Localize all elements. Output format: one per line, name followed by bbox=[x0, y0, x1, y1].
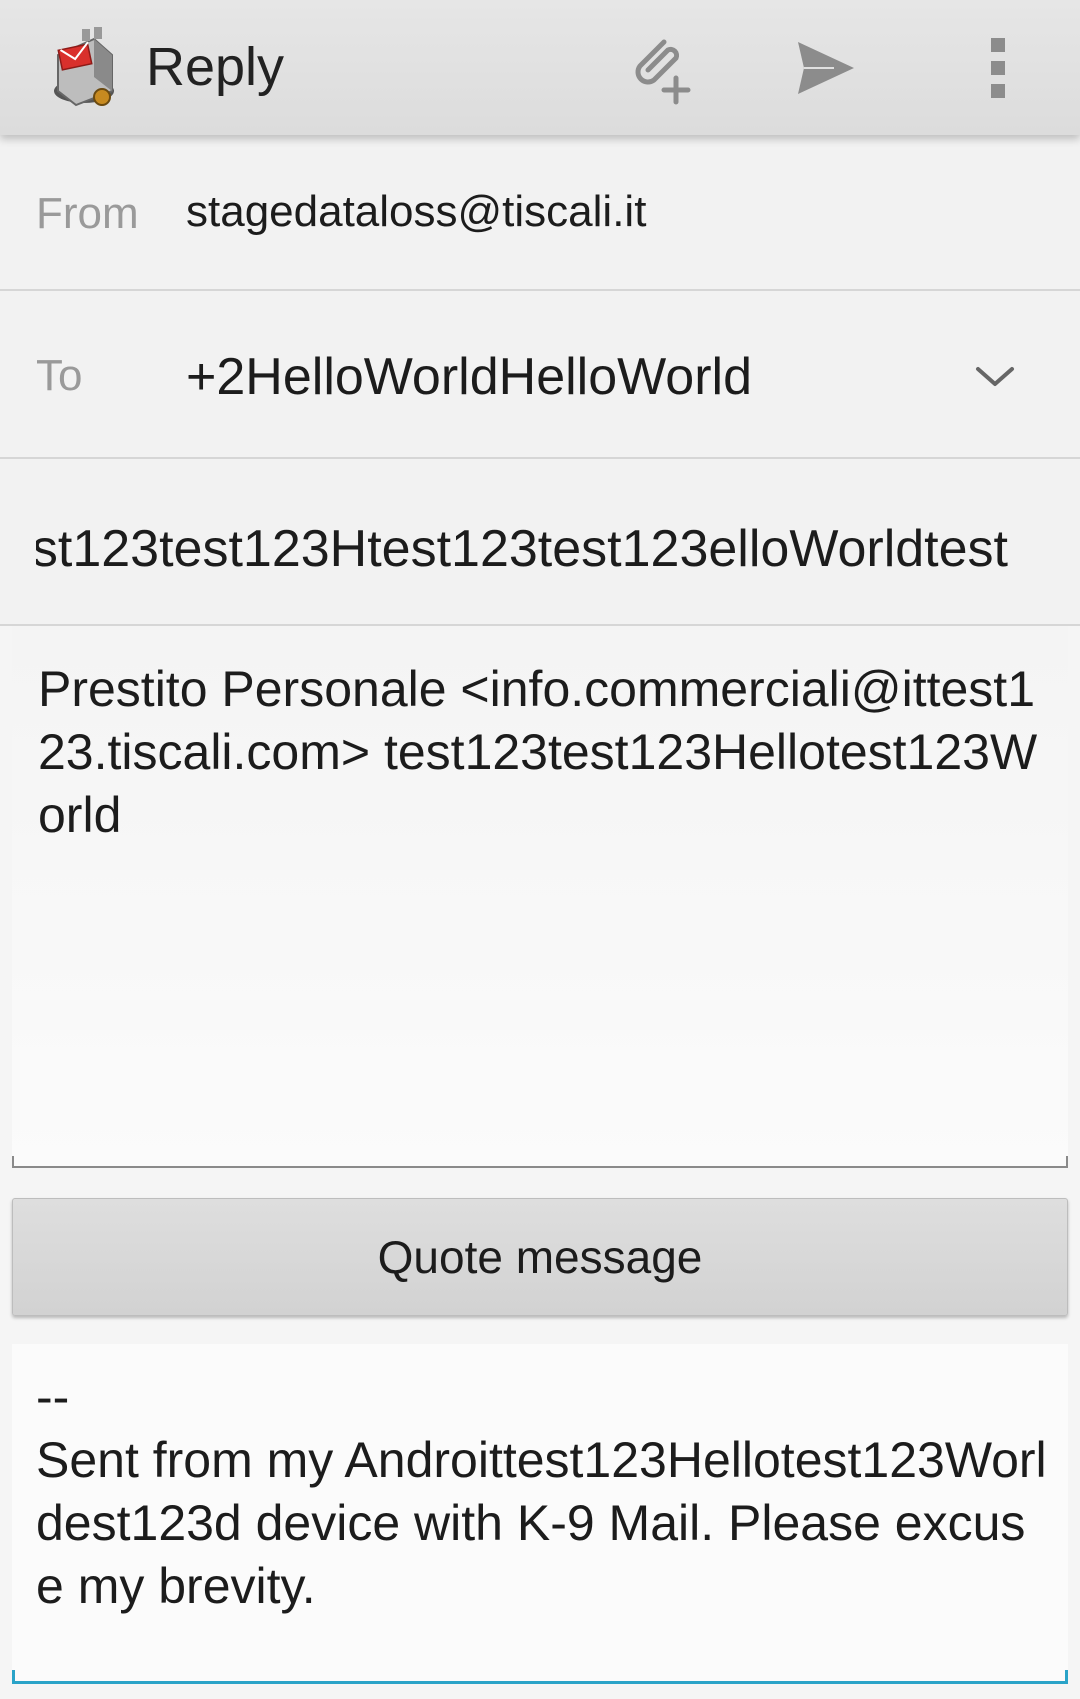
from-row[interactable]: From stagedataloss@tiscali.it bbox=[0, 135, 1080, 291]
send-button[interactable] bbox=[776, 20, 876, 120]
send-icon bbox=[794, 38, 858, 102]
from-label: From bbox=[36, 189, 139, 238]
signature-field[interactable]: -- Sent from my Androittest123Hellotest1… bbox=[12, 1344, 1068, 1684]
to-field[interactable]: +2HelloWorldHelloWorld bbox=[186, 347, 752, 407]
signature-text: -- Sent from my Androittest123Hellotest1… bbox=[36, 1369, 1047, 1614]
overflow-menu-button[interactable] bbox=[948, 20, 1048, 120]
subject-clip: test123test123Htest123test123elloWorldte… bbox=[36, 459, 1044, 624]
signature-underline-tick-left bbox=[12, 1670, 15, 1684]
attach-button[interactable] bbox=[610, 20, 710, 120]
message-body-field[interactable]: Prestito Personale <info.commerciali@itt… bbox=[12, 626, 1068, 1168]
quote-message-button[interactable]: Quote message bbox=[12, 1198, 1068, 1316]
subject-field[interactable]: test123test123Htest123test123elloWorldte… bbox=[36, 519, 1008, 579]
chevron-down-icon[interactable] bbox=[970, 351, 1020, 401]
from-value[interactable]: stagedataloss@tiscali.it bbox=[186, 187, 646, 237]
k9-mail-app-icon[interactable] bbox=[46, 25, 124, 109]
overflow-menu-icon bbox=[988, 36, 1008, 104]
screen-title: Reply bbox=[146, 37, 285, 97]
subject-row: test123test123Htest123test123elloWorldte… bbox=[0, 459, 1080, 626]
to-row: To +2HelloWorldHelloWorld bbox=[0, 291, 1080, 459]
signature-underline-tick-right bbox=[1065, 1670, 1068, 1684]
message-body-text: Prestito Personale <info.commerciali@itt… bbox=[38, 661, 1038, 843]
action-bar: Reply bbox=[0, 0, 1080, 135]
attach-file-plus-icon bbox=[620, 28, 700, 112]
to-label: To bbox=[36, 351, 83, 400]
